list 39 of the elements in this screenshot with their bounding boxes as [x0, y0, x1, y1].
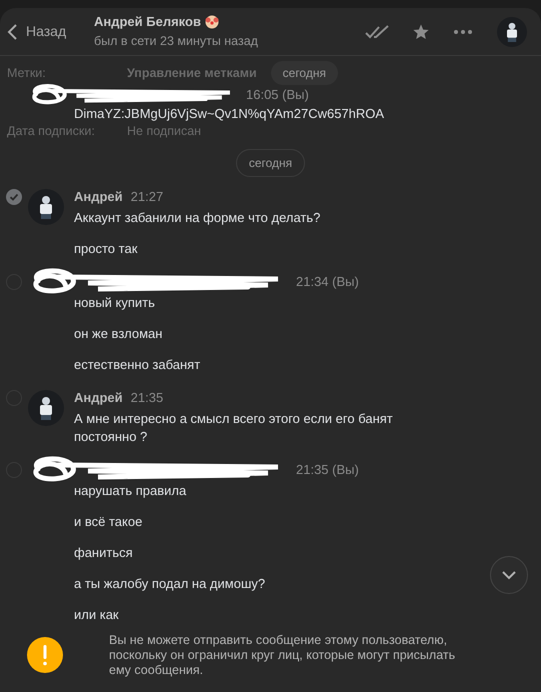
- more-icon[interactable]: [453, 28, 473, 34]
- message-time: 21:27: [130, 188, 164, 206]
- profile-label: Дата подписки:: [7, 123, 96, 140]
- date-pill: сегодня: [236, 148, 306, 177]
- online-status: был в сети 23 минуты назад: [94, 32, 258, 50]
- avatar-icon: [28, 188, 64, 225]
- back-button[interactable]: Назад: [6, 21, 86, 42]
- author-name[interactable]: Андрей: [74, 187, 123, 206]
- avatar-icon: [28, 390, 64, 426]
- message-text: просто так: [74, 240, 138, 258]
- notice-text: Вы не можете отправить сообщение этому пользователю, поскольку он ограничил круг лиц, которые могут присылать ему сообщения.: [109, 632, 456, 678]
- message-text: он же взломан: [74, 324, 164, 343]
- avatar-icon: [497, 16, 527, 46]
- message-text: новый купить: [74, 294, 156, 312]
- author-name[interactable]: Андрей: [74, 388, 123, 408]
- message-text: А мне интересно а смысл всего этого если его банят постоянно ?: [74, 410, 394, 446]
- profile-value: Не подписан: [127, 123, 202, 140]
- message-text: нарушать правила: [74, 482, 188, 500]
- date-pill: сегодня: [270, 61, 338, 85]
- clown-emoji-icon: [204, 15, 219, 30]
- message-text: и всё такое: [74, 512, 144, 531]
- warning-icon: [27, 637, 63, 673]
- contact-name[interactable]: Андрей Беляков: [94, 12, 201, 32]
- message-text: естественно забанят: [74, 356, 202, 374]
- message-time: 16:05 (Вы): [246, 86, 309, 104]
- message-time: 21:34 (Вы): [296, 273, 359, 291]
- message-time: 21:35 (Вы): [296, 461, 359, 479]
- message-text: а ты жалобу подал на димошу?: [74, 574, 266, 593]
- message-time: 21:35: [130, 389, 164, 407]
- message-text: Аккаунт забанили на форме что делать?: [74, 208, 322, 227]
- message-text: или как: [74, 606, 120, 622]
- profile-label: Метки:: [7, 64, 47, 82]
- star-icon[interactable]: [413, 24, 429, 40]
- double-check-icon[interactable]: [365, 24, 389, 38]
- message-text: фаниться: [74, 544, 134, 562]
- message-text: DimaYZ:JBMgUj6VjSw~Qv1N%qYAm27Cw657hROA: [73, 106, 386, 122]
- scroll-down-button[interactable]: [490, 556, 528, 594]
- check-icon[interactable]: [6, 188, 22, 205]
- chevron-down-icon: [501, 570, 517, 580]
